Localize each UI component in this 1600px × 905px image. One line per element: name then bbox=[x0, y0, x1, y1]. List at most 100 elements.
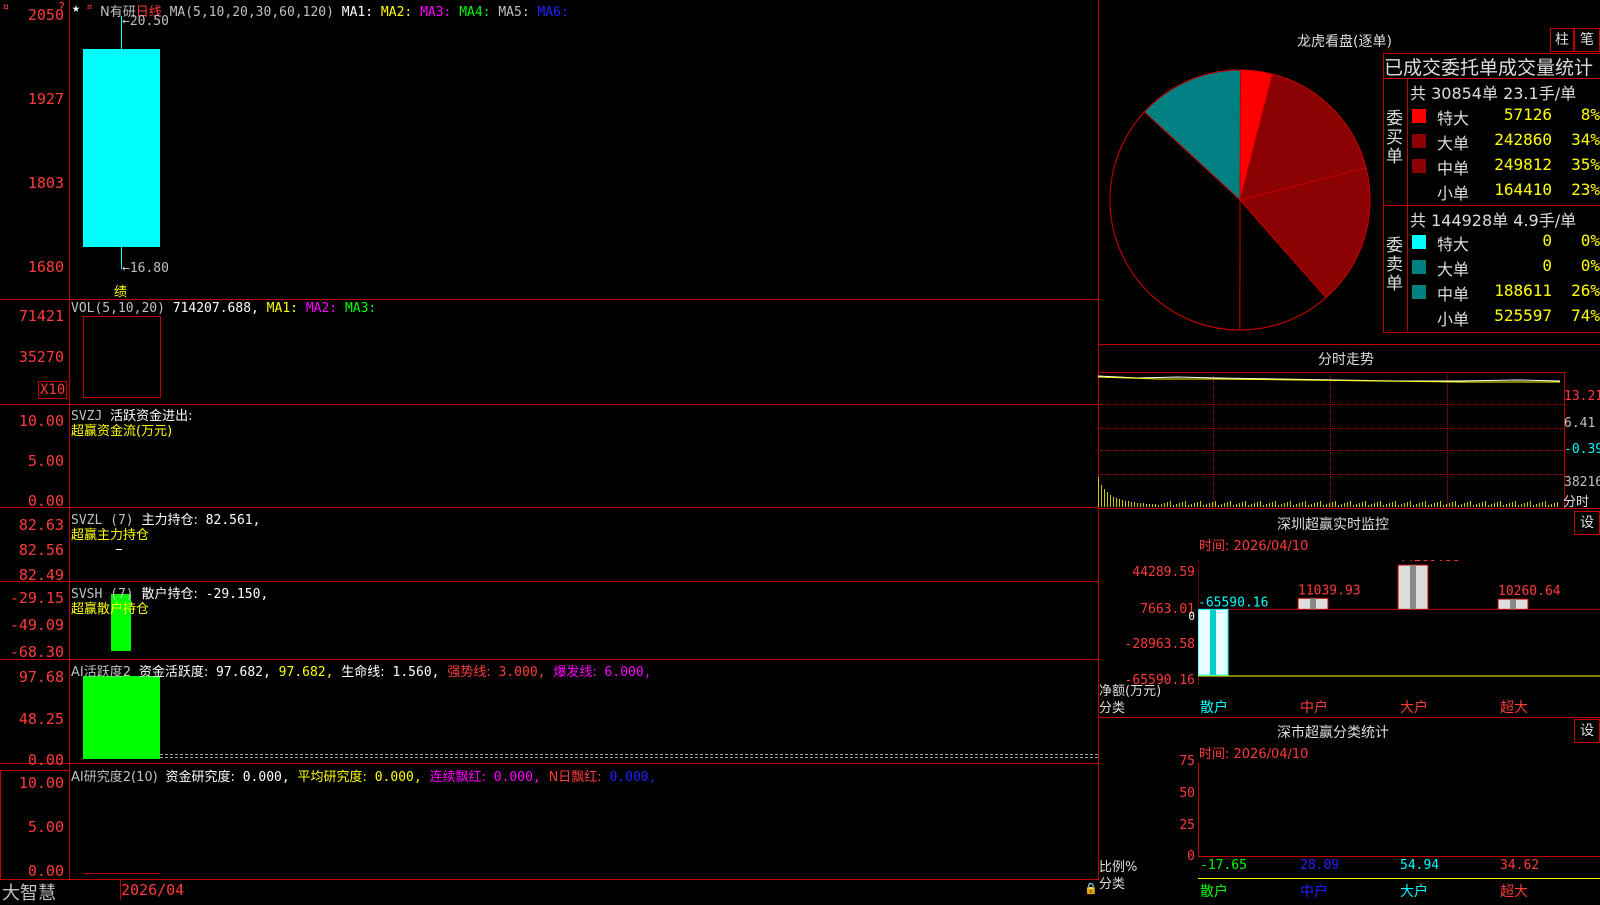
sell-row-name: 小单 bbox=[1437, 310, 1470, 329]
intraday-volume-bar bbox=[1431, 504, 1432, 507]
sz-bar-shade bbox=[1510, 599, 1516, 610]
sz-monitor-settings-button[interactable]: 设 bbox=[1574, 511, 1600, 535]
intraday-volume-bar bbox=[1398, 505, 1399, 507]
buy-total: 共 30854单 23.1手/单 bbox=[1410, 84, 1577, 103]
vol-axis-tick: 35270 bbox=[18, 348, 64, 366]
intraday-volume-bar bbox=[1482, 502, 1483, 507]
svzj-axis-tick: 10.00 bbox=[18, 412, 64, 430]
vol-ma3-label: MA3: bbox=[344, 301, 377, 316]
intraday-volume-bar bbox=[1521, 504, 1522, 507]
intraday-volume-bar bbox=[1470, 501, 1471, 507]
svsh-axis-tick: -68.30 bbox=[9, 643, 64, 661]
sz-bar-shade bbox=[1210, 609, 1216, 675]
intraday-volume-bar bbox=[1404, 503, 1405, 507]
intraday-volume-bar bbox=[1440, 501, 1441, 507]
intraday-volume-bar bbox=[1371, 504, 1372, 507]
sell-row-swatch bbox=[1412, 260, 1426, 274]
tick-mode-button[interactable]: 笔 bbox=[1574, 28, 1600, 52]
intraday-volume-bar bbox=[1143, 503, 1144, 507]
intraday-volume-bar bbox=[1128, 501, 1129, 507]
settings-icon[interactable]: ¤ bbox=[86, 0, 93, 13]
intraday-volume-bar bbox=[1323, 505, 1324, 507]
svsh-axis-tick: -49.09 bbox=[9, 616, 64, 634]
intraday-volume-bar bbox=[1245, 501, 1246, 507]
date-axis-label: 2026/04 bbox=[121, 881, 185, 899]
intraday-volume-bar bbox=[1230, 501, 1231, 507]
sell-total: 共 144928单 4.9手/单 bbox=[1410, 211, 1577, 230]
intraday-volume-bar bbox=[1554, 503, 1555, 507]
lock-icon[interactable]: 🔒 bbox=[1084, 882, 1098, 895]
intraday-volume-bar bbox=[1113, 497, 1114, 507]
intraday-volume-bar bbox=[1314, 503, 1315, 507]
sell-row-percent: 0% bbox=[1580, 256, 1600, 275]
section-divider bbox=[1098, 508, 1600, 509]
favorite-star-icon[interactable]: ★ bbox=[72, 1, 80, 16]
price-axis-tick: 1927 bbox=[27, 90, 64, 108]
intraday-volume-bar bbox=[1146, 504, 1147, 507]
bar-mode-button[interactable]: 柱 bbox=[1550, 28, 1574, 52]
intraday-volume-bar bbox=[1263, 505, 1264, 507]
intraday-volume-bar bbox=[1161, 504, 1162, 507]
svzl-axis-tick: 82.63 bbox=[18, 516, 64, 534]
price-axis-tick: 2050 bbox=[27, 6, 64, 24]
order-stats-header: 已成交委托单成交量统计 bbox=[1384, 57, 1594, 79]
intraday-volume-bar bbox=[1188, 505, 1189, 507]
intraday-volume-bar bbox=[1179, 503, 1180, 507]
intraday-axis-tick: 38216 bbox=[1564, 475, 1600, 490]
intraday-volume-bar bbox=[1122, 500, 1123, 507]
intraday-volume-bar bbox=[1239, 503, 1240, 507]
intraday-volume-bar bbox=[1206, 504, 1207, 507]
sz-bar-label: 10260.64 bbox=[1498, 584, 1561, 599]
intraday-volume-bar bbox=[1287, 502, 1288, 507]
sz-class-title: 深市超赢分类统计 bbox=[1277, 725, 1389, 741]
class-category-label: 散户 bbox=[1200, 884, 1228, 900]
candle-body[interactable] bbox=[83, 49, 160, 247]
intraday-volume-bar bbox=[1392, 502, 1393, 507]
pane-divider bbox=[0, 659, 1098, 660]
dragon-title: 龙虎看盘(逐单) bbox=[1297, 34, 1392, 50]
intraday-volume-bar bbox=[1299, 503, 1300, 507]
intraday-volume-bar bbox=[1134, 502, 1135, 507]
intraday-volume-bar bbox=[1494, 503, 1495, 507]
intraday-volume-bar bbox=[1353, 505, 1354, 507]
active-bar[interactable] bbox=[83, 676, 160, 759]
sz-monitor-chart[interactable]: -65590.16 11039.93 44289.59 10260.64 bbox=[1198, 560, 1600, 685]
intraday-volume-bar bbox=[1386, 504, 1387, 507]
sell-row-percent: 74% bbox=[1571, 306, 1600, 325]
intraday-volume-bar bbox=[1356, 504, 1357, 507]
intraday-volume-bar bbox=[1503, 505, 1504, 507]
class-axis-tick: 75 bbox=[1179, 754, 1195, 769]
low-price-label: ←16.80 bbox=[122, 261, 169, 276]
sell-row-name: 大单 bbox=[1437, 260, 1470, 279]
active-axis-tick: 0.00 bbox=[27, 751, 64, 769]
intraday-volume-bar bbox=[1227, 502, 1228, 507]
ma4-label: MA4: bbox=[459, 5, 491, 20]
earnings-marker[interactable]: 绩 bbox=[114, 281, 127, 300]
svzl-value: 82.561, bbox=[205, 513, 261, 528]
intraday-volume-bar bbox=[1491, 504, 1492, 507]
buy-row-name: 小单 bbox=[1437, 184, 1470, 203]
dragon-pie-chart[interactable] bbox=[1100, 55, 1382, 345]
vol-unit-button[interactable]: X10 bbox=[38, 381, 68, 399]
pane-divider bbox=[0, 507, 1098, 508]
intraday-volume-bar bbox=[1176, 504, 1177, 507]
intraday-volume-bar bbox=[1164, 503, 1165, 507]
ma1-label: MA1: bbox=[341, 5, 374, 20]
buy-row-name: 中单 bbox=[1437, 159, 1470, 178]
intraday-volume-bar bbox=[1302, 502, 1303, 507]
sz-bar-label: 11039.93 bbox=[1298, 583, 1361, 598]
volume-bar[interactable] bbox=[83, 316, 161, 398]
sz-class-settings-button[interactable]: 设 bbox=[1574, 719, 1600, 743]
intraday-volume-bar bbox=[1203, 505, 1204, 507]
intraday-volume-bar bbox=[1326, 504, 1327, 507]
intraday-volume-bar bbox=[1272, 502, 1273, 507]
intraday-volume-bar bbox=[1443, 505, 1444, 507]
intraday-volume-bar bbox=[1320, 501, 1321, 507]
sz-bar-label: 44289.59 bbox=[1398, 560, 1461, 565]
ma6-label: MA6: bbox=[537, 5, 569, 20]
intraday-volume-bar bbox=[1182, 502, 1183, 507]
buy-row-swatch bbox=[1412, 159, 1426, 173]
vol-value: 714207.688, bbox=[172, 301, 259, 316]
sz-category-label: 散户 bbox=[1200, 700, 1228, 716]
intraday-volume-bar bbox=[1389, 503, 1390, 507]
